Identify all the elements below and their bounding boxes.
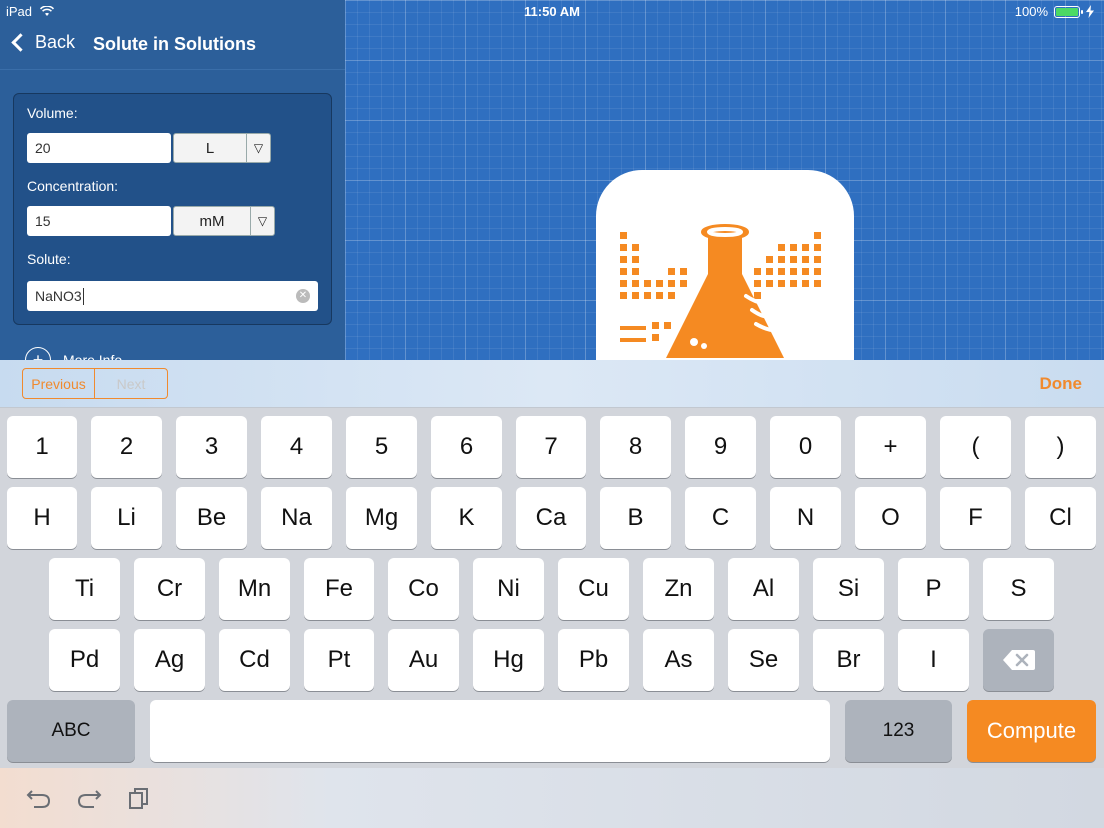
text-cursor — [82, 287, 84, 305]
battery-percent: 100% — [1014, 4, 1048, 19]
key-1[interactable]: 1 — [7, 416, 77, 478]
key-Br[interactable]: Br — [813, 629, 884, 691]
shortcut-bar — [0, 768, 1104, 828]
key-Se[interactable]: Se — [728, 629, 799, 691]
blueprint-background — [345, 0, 1104, 360]
prev-next-control: Previous Next — [22, 368, 168, 399]
key-Mn[interactable]: Mn — [219, 558, 290, 620]
key-Ca[interactable]: Ca — [516, 487, 586, 549]
key-I[interactable]: I — [898, 629, 969, 691]
key-S[interactable]: S — [983, 558, 1054, 620]
back-button[interactable]: Back — [10, 32, 75, 53]
key-5[interactable]: 5 — [346, 416, 417, 478]
redo-icon[interactable] — [74, 784, 104, 812]
concentration-input[interactable]: 15 — [27, 206, 171, 236]
undo-icon[interactable] — [24, 784, 54, 812]
volume-label: Volume: — [27, 105, 78, 121]
key-Zn[interactable]: Zn — [643, 558, 714, 620]
input-form: Volume: 20 L ▽ Concentration: 15 mM ▽ So… — [13, 93, 332, 325]
key-N[interactable]: N — [770, 487, 841, 549]
app-logo — [596, 170, 854, 360]
key-H[interactable]: H — [7, 487, 77, 549]
key-8[interactable]: 8 — [600, 416, 671, 478]
key-Pt[interactable]: Pt — [304, 629, 374, 691]
clear-icon[interactable]: ✕ — [296, 289, 310, 303]
volume-input[interactable]: 20 — [27, 133, 171, 163]
chevron-left-icon — [11, 33, 30, 52]
key-close-paren[interactable]: ) — [1025, 416, 1096, 478]
charging-icon — [1086, 5, 1094, 18]
key-C[interactable]: C — [685, 487, 756, 549]
backspace-icon — [1002, 650, 1035, 670]
key-Cr[interactable]: Cr — [134, 558, 205, 620]
key-open-paren[interactable]: ( — [940, 416, 1011, 478]
compute-button[interactable]: Compute — [967, 700, 1096, 762]
key-Pb[interactable]: Pb — [558, 629, 629, 691]
left-panel: Back Solute in Solutions Volume: 20 L ▽ … — [0, 0, 345, 373]
key-O[interactable]: O — [855, 487, 926, 549]
key-3[interactable]: 3 — [176, 416, 247, 478]
key-Al[interactable]: Al — [728, 558, 799, 620]
key-Be[interactable]: Be — [176, 487, 247, 549]
triangle-down-icon: ▽ — [250, 207, 274, 235]
key-Pd[interactable]: Pd — [49, 629, 120, 691]
paste-icon[interactable] — [124, 784, 154, 812]
numbers-key[interactable]: 123 — [845, 700, 952, 762]
key-As[interactable]: As — [643, 629, 714, 691]
status-time: 11:50 AM — [524, 4, 580, 19]
chemistry-keyboard: 1 2 3 4 5 6 7 8 9 0 + ( ) H Li Be Na Mg … — [0, 408, 1104, 768]
next-button[interactable]: Next — [95, 369, 167, 398]
key-6[interactable]: 6 — [431, 416, 502, 478]
key-Cl[interactable]: Cl — [1025, 487, 1096, 549]
back-label: Back — [35, 32, 76, 52]
page-title: Solute in Solutions — [93, 34, 256, 54]
key-Hg[interactable]: Hg — [473, 629, 544, 691]
key-Au[interactable]: Au — [388, 629, 459, 691]
key-Co[interactable]: Co — [388, 558, 459, 620]
concentration-label: Concentration: — [27, 178, 119, 194]
keyboard-accessory-bar: Previous Next Done — [0, 360, 1104, 408]
key-B[interactable]: B — [600, 487, 671, 549]
key-2[interactable]: 2 — [91, 416, 162, 478]
backspace-key[interactable] — [983, 629, 1054, 691]
abc-key[interactable]: ABC — [7, 700, 135, 762]
key-Mg[interactable]: Mg — [346, 487, 417, 549]
status-bar: iPad 11:50 AM 100% — [0, 0, 1104, 24]
solute-input[interactable]: NaNO3 ✕ — [27, 281, 318, 311]
concentration-unit-value: mM — [199, 212, 225, 230]
previous-button[interactable]: Previous — [23, 369, 95, 398]
key-Ni[interactable]: Ni — [473, 558, 544, 620]
key-P[interactable]: P — [898, 558, 969, 620]
space-key[interactable] — [150, 700, 830, 762]
solute-label: Solute: — [27, 251, 71, 267]
nav-bar: Back Solute in Solutions — [0, 24, 345, 70]
key-Li[interactable]: Li — [91, 487, 162, 549]
key-plus[interactable]: + — [855, 416, 926, 478]
flask-periodic-table-icon — [620, 224, 821, 358]
key-7[interactable]: 7 — [516, 416, 586, 478]
key-Ti[interactable]: Ti — [49, 558, 120, 620]
volume-unit-value: L — [205, 139, 215, 157]
triangle-down-icon: ▽ — [246, 134, 270, 162]
done-button[interactable]: Done — [1040, 374, 1083, 394]
key-Ag[interactable]: Ag — [134, 629, 205, 691]
key-Cd[interactable]: Cd — [219, 629, 290, 691]
battery-icon — [1054, 5, 1083, 18]
concentration-unit-select[interactable]: mM ▽ — [173, 206, 275, 236]
key-4[interactable]: 4 — [261, 416, 332, 478]
key-Fe[interactable]: Fe — [304, 558, 374, 620]
key-9[interactable]: 9 — [685, 416, 756, 478]
key-Na[interactable]: Na — [261, 487, 332, 549]
key-K[interactable]: K — [431, 487, 502, 549]
solute-value: NaNO3 — [35, 288, 82, 304]
key-0[interactable]: 0 — [770, 416, 841, 478]
key-Cu[interactable]: Cu — [558, 558, 629, 620]
key-F[interactable]: F — [940, 487, 1011, 549]
key-Si[interactable]: Si — [813, 558, 884, 620]
volume-unit-select[interactable]: L ▽ — [173, 133, 271, 163]
